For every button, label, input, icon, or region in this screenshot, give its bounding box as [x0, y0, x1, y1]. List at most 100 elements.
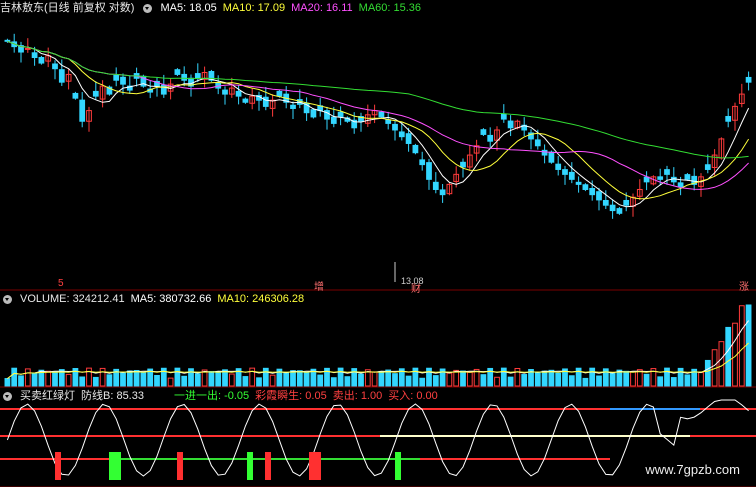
volume-bar — [92, 376, 99, 387]
volume-bar — [194, 373, 201, 387]
volume-bar — [31, 372, 38, 387]
candle-body — [4, 39, 11, 42]
signal-sell: 卖出: 1.00 — [332, 390, 383, 402]
volume-bar — [344, 376, 351, 387]
candle-body — [541, 149, 548, 156]
volume-bar — [392, 373, 398, 387]
candle-body — [181, 73, 188, 81]
volume-title: VOLUME: 324212.41 — [20, 293, 125, 305]
volume-bar — [432, 375, 439, 387]
volume-bar — [256, 377, 262, 387]
ma5-label: MA5: 18.05 — [160, 2, 217, 14]
candle-body — [120, 76, 126, 85]
signal-post — [265, 452, 271, 480]
ma60-label: MA60: 15.36 — [358, 2, 422, 14]
ma10-label: MA10: 17.09 — [222, 2, 286, 14]
volume-bar — [303, 372, 310, 387]
price-header: 吉林敖东(日线 前复权 对数) MA5: 18.05 MA10: 17.09 M… — [0, 1, 421, 15]
volume-bar — [568, 375, 575, 387]
volume-bar — [140, 372, 147, 387]
candle-body — [439, 189, 446, 196]
candle-body — [555, 163, 562, 170]
volume-bar — [738, 305, 745, 387]
volume-bar — [11, 367, 18, 387]
volume-settings-icon[interactable] — [3, 294, 12, 304]
candle-body — [262, 96, 269, 107]
volume-bar — [133, 369, 140, 387]
candle-body — [79, 99, 86, 122]
candle-body — [337, 111, 344, 118]
candle-body — [480, 129, 487, 135]
volume-bar — [596, 375, 602, 387]
volume-bar — [262, 367, 269, 387]
candle-body — [174, 69, 181, 75]
indicator-settings-icon[interactable] — [3, 391, 12, 401]
candle-body — [412, 144, 419, 154]
volume-bar — [419, 377, 426, 387]
volume-bar — [154, 374, 160, 387]
candle-body — [745, 76, 752, 83]
signal-post — [55, 452, 61, 480]
volume-bar — [296, 370, 303, 387]
candle-body — [38, 57, 45, 64]
volume-bar — [589, 367, 596, 387]
candle-body — [507, 120, 514, 129]
volume-bar — [426, 367, 432, 387]
volume-bar — [378, 370, 385, 387]
candle-body — [242, 98, 249, 103]
defense-line-label: 防线B: 85.33 — [81, 390, 144, 402]
candle-body — [432, 181, 439, 190]
signal-post — [309, 452, 315, 480]
volume-bar — [283, 372, 290, 387]
candle-body — [623, 199, 630, 206]
candle-body — [405, 133, 412, 144]
candle-body — [31, 52, 38, 59]
signal-in-out: 一进一出: -0.05 — [173, 390, 250, 402]
candle-body — [534, 139, 541, 147]
volume-bar — [582, 377, 589, 387]
volume-bar — [555, 372, 562, 387]
candle-body — [562, 169, 568, 175]
candle-body — [385, 119, 392, 124]
candle-body — [113, 75, 120, 81]
volume-bar — [500, 367, 507, 387]
candle-body — [392, 123, 398, 131]
volume-bar — [228, 373, 235, 387]
candle-body — [160, 84, 167, 95]
candle-body — [419, 159, 426, 166]
volume-bar — [657, 376, 664, 387]
volume-bar — [385, 369, 392, 387]
volume-bar — [330, 377, 337, 387]
volume-bar — [670, 377, 677, 387]
candlestick-series — [4, 33, 752, 282]
volume-bar — [371, 371, 378, 387]
volume-bar — [630, 371, 636, 387]
candle-body — [487, 134, 494, 142]
volume-header: VOLUME: 324212.41 MA5: 380732.66 MA10: 2… — [0, 292, 304, 306]
watermark: www.7gpzb.com — [645, 462, 740, 477]
settings-icon[interactable] — [143, 3, 153, 13]
volume-bar — [521, 374, 528, 387]
chart-canvas — [0, 33, 756, 487]
ma60-line — [7, 40, 749, 159]
volume-bar — [337, 367, 344, 387]
signal-post — [315, 452, 321, 480]
volume-bar — [317, 374, 324, 387]
signal-post — [109, 452, 115, 480]
marker-zeng: 增 — [314, 282, 324, 293]
volume-bar — [120, 371, 126, 387]
candle-body — [596, 191, 602, 201]
candle-body — [575, 181, 582, 185]
candle-body — [426, 162, 432, 180]
volume-bar — [269, 374, 276, 387]
marker-left: 5 — [58, 278, 64, 289]
volume-bar — [460, 370, 466, 387]
signal-glow: 彩霞瞬生: 0.05 — [255, 390, 327, 402]
candle-body — [398, 131, 405, 138]
ma10-line — [7, 40, 750, 200]
volume-bar — [684, 374, 691, 387]
candle-body — [276, 90, 283, 97]
volume-bar — [453, 369, 460, 387]
candle-body — [664, 169, 670, 175]
indicator-title: 买卖红绿灯 — [20, 390, 75, 402]
